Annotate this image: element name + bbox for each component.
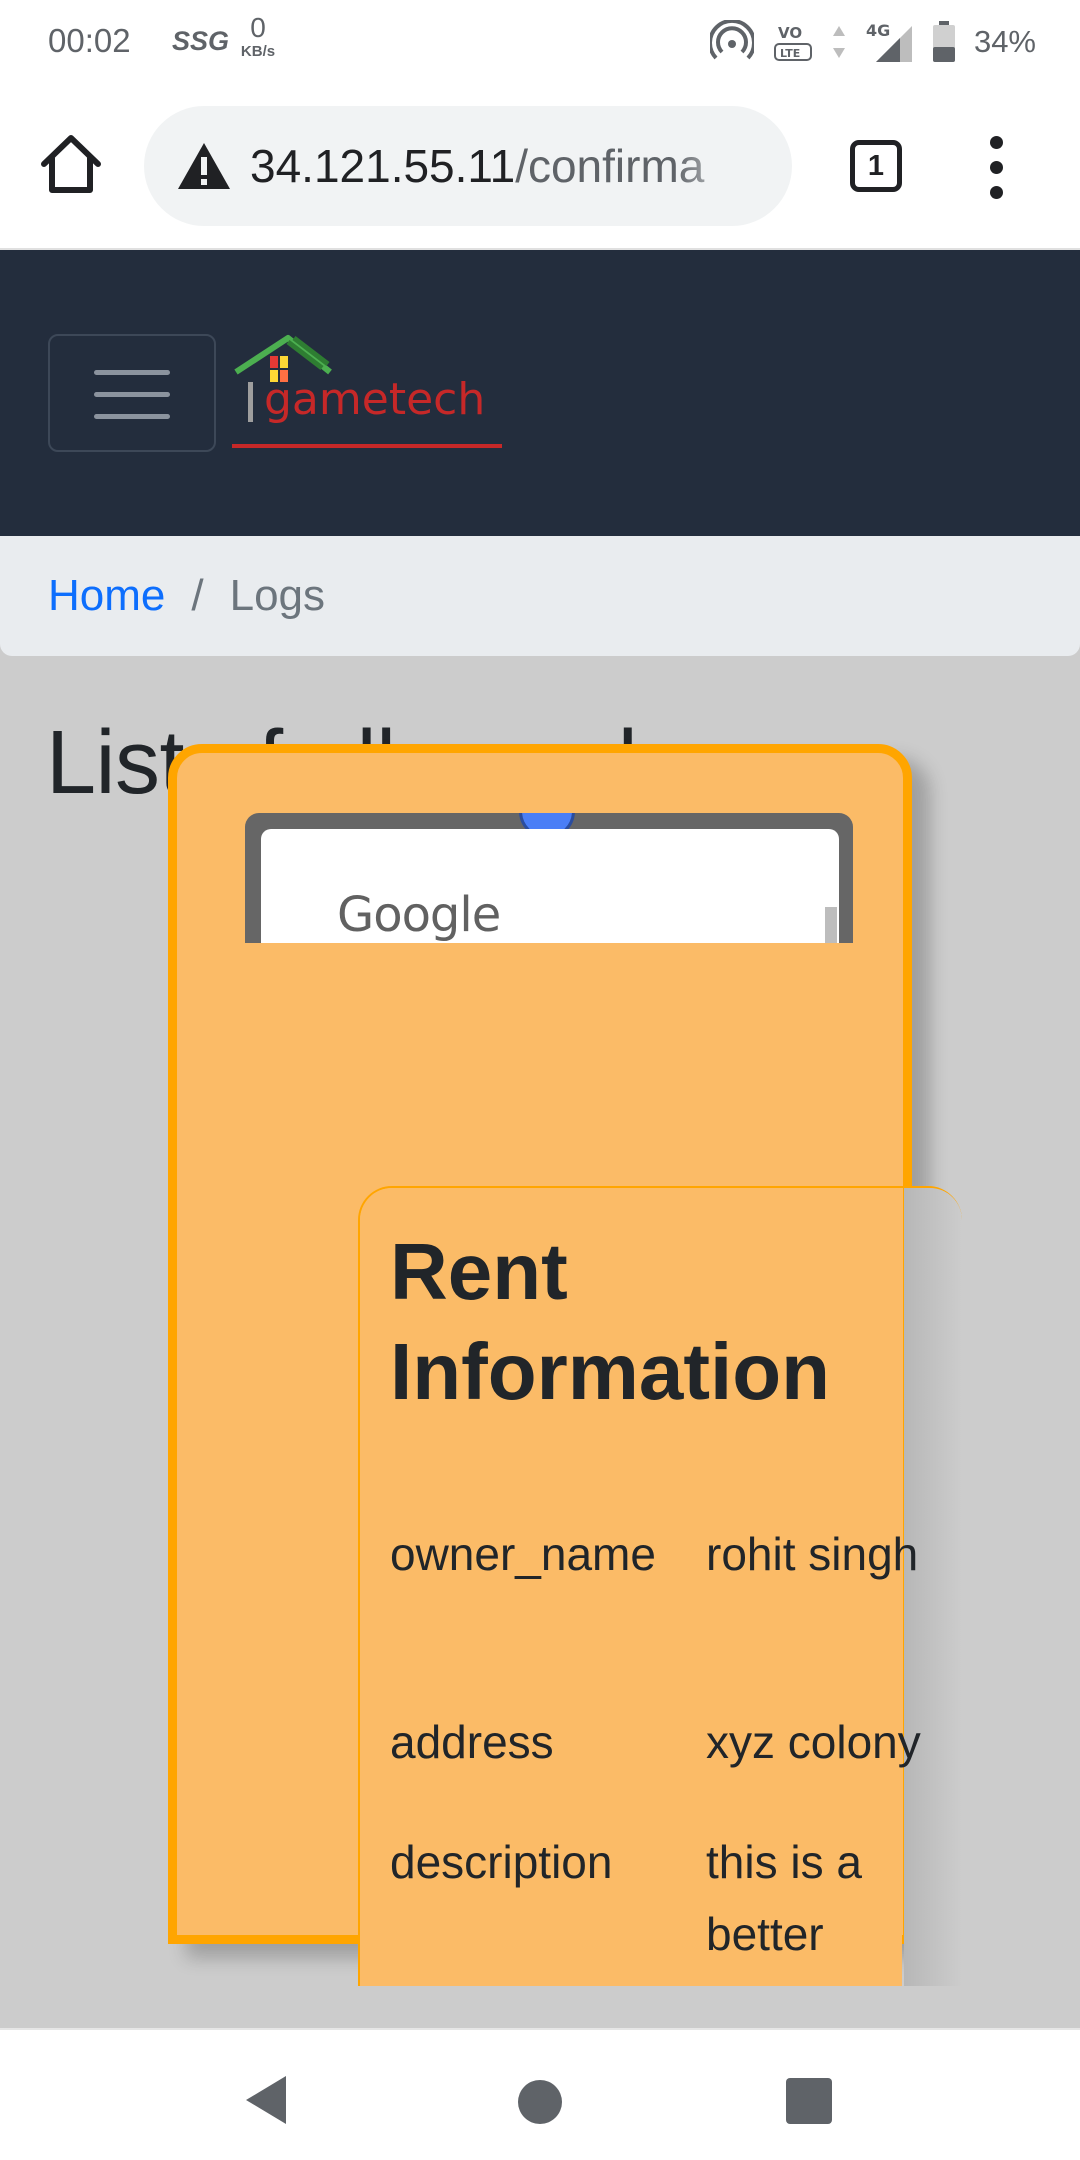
svg-text:4G: 4G bbox=[866, 21, 890, 40]
info-key: address bbox=[390, 1716, 554, 1768]
navbar-toggler-button[interactable] bbox=[48, 334, 216, 452]
browser-toolbar: 34.121.55.11/confirma 1 bbox=[0, 84, 1080, 250]
map-scrollbar[interactable] bbox=[825, 907, 837, 943]
recents-icon[interactable] bbox=[786, 2078, 832, 2124]
info-value: xyz colony bbox=[706, 1716, 921, 1768]
status-time: 00:02 bbox=[48, 22, 131, 59]
brand-logo[interactable]: gametech bbox=[230, 332, 502, 454]
battery-icon bbox=[932, 21, 955, 62]
site-navbar: gametech bbox=[0, 250, 1080, 536]
home-nav-icon[interactable] bbox=[518, 2080, 562, 2124]
url-path: /confirma bbox=[515, 140, 705, 192]
breadcrumb-current: Logs bbox=[229, 571, 326, 620]
carrier-glyph: SSG bbox=[172, 26, 230, 56]
breadcrumb: Home / Logs bbox=[0, 536, 1080, 656]
address-bar[interactable]: 34.121.55.11/confirma bbox=[144, 106, 792, 226]
map-embed[interactable]: Google bbox=[245, 813, 853, 943]
network-speed-unit: KB/s bbox=[240, 43, 276, 60]
url-text[interactable]: 34.121.55.11/confirma bbox=[250, 139, 750, 193]
tabs-icon[interactable]: 1 bbox=[850, 140, 902, 192]
network-speed-value: 0 bbox=[250, 12, 266, 43]
info-key: owner_name bbox=[390, 1528, 656, 1580]
system-navigation-bar bbox=[0, 2028, 1080, 2160]
status-bar: 00:02 SSG 0 KB/s VO LTE 4G 34% bbox=[0, 0, 1080, 84]
overflow-menu-icon[interactable] bbox=[978, 136, 1014, 200]
volte-icon: VO LTE bbox=[773, 24, 812, 61]
network-speed: 0 KB/s bbox=[234, 12, 282, 60]
google-logo: Google bbox=[337, 887, 501, 943]
breadcrumb-home-link[interactable]: Home bbox=[48, 571, 165, 621]
hotspot-icon bbox=[709, 20, 754, 60]
breadcrumb-separator: / bbox=[191, 571, 204, 620]
not-secure-warning-icon[interactable] bbox=[176, 141, 232, 191]
data-arrows-icon bbox=[832, 26, 845, 58]
svg-text:LTE: LTE bbox=[780, 47, 800, 60]
signal-4g-icon: 4G bbox=[866, 21, 912, 62]
back-icon[interactable] bbox=[244, 2074, 288, 2126]
info-key: description bbox=[390, 1836, 613, 1888]
battery-percent: 34% bbox=[973, 24, 1036, 59]
status-icons: VO LTE 4G 34% bbox=[709, 18, 1036, 66]
tab-count: 1 bbox=[867, 149, 885, 182]
map-info-card: Google bbox=[261, 829, 839, 943]
info-value: rohit singh bbox=[706, 1528, 919, 1580]
info-value: this is a better bbox=[706, 1836, 862, 1960]
svg-text:VO: VO bbox=[778, 24, 802, 42]
url-host: 34.121.55.11 bbox=[250, 140, 516, 192]
hamburger-icon bbox=[94, 370, 170, 375]
home-icon[interactable] bbox=[34, 128, 108, 202]
svg-text:gametech: gametech bbox=[264, 374, 485, 425]
rent-info-title: Rent Information bbox=[390, 1227, 830, 1416]
